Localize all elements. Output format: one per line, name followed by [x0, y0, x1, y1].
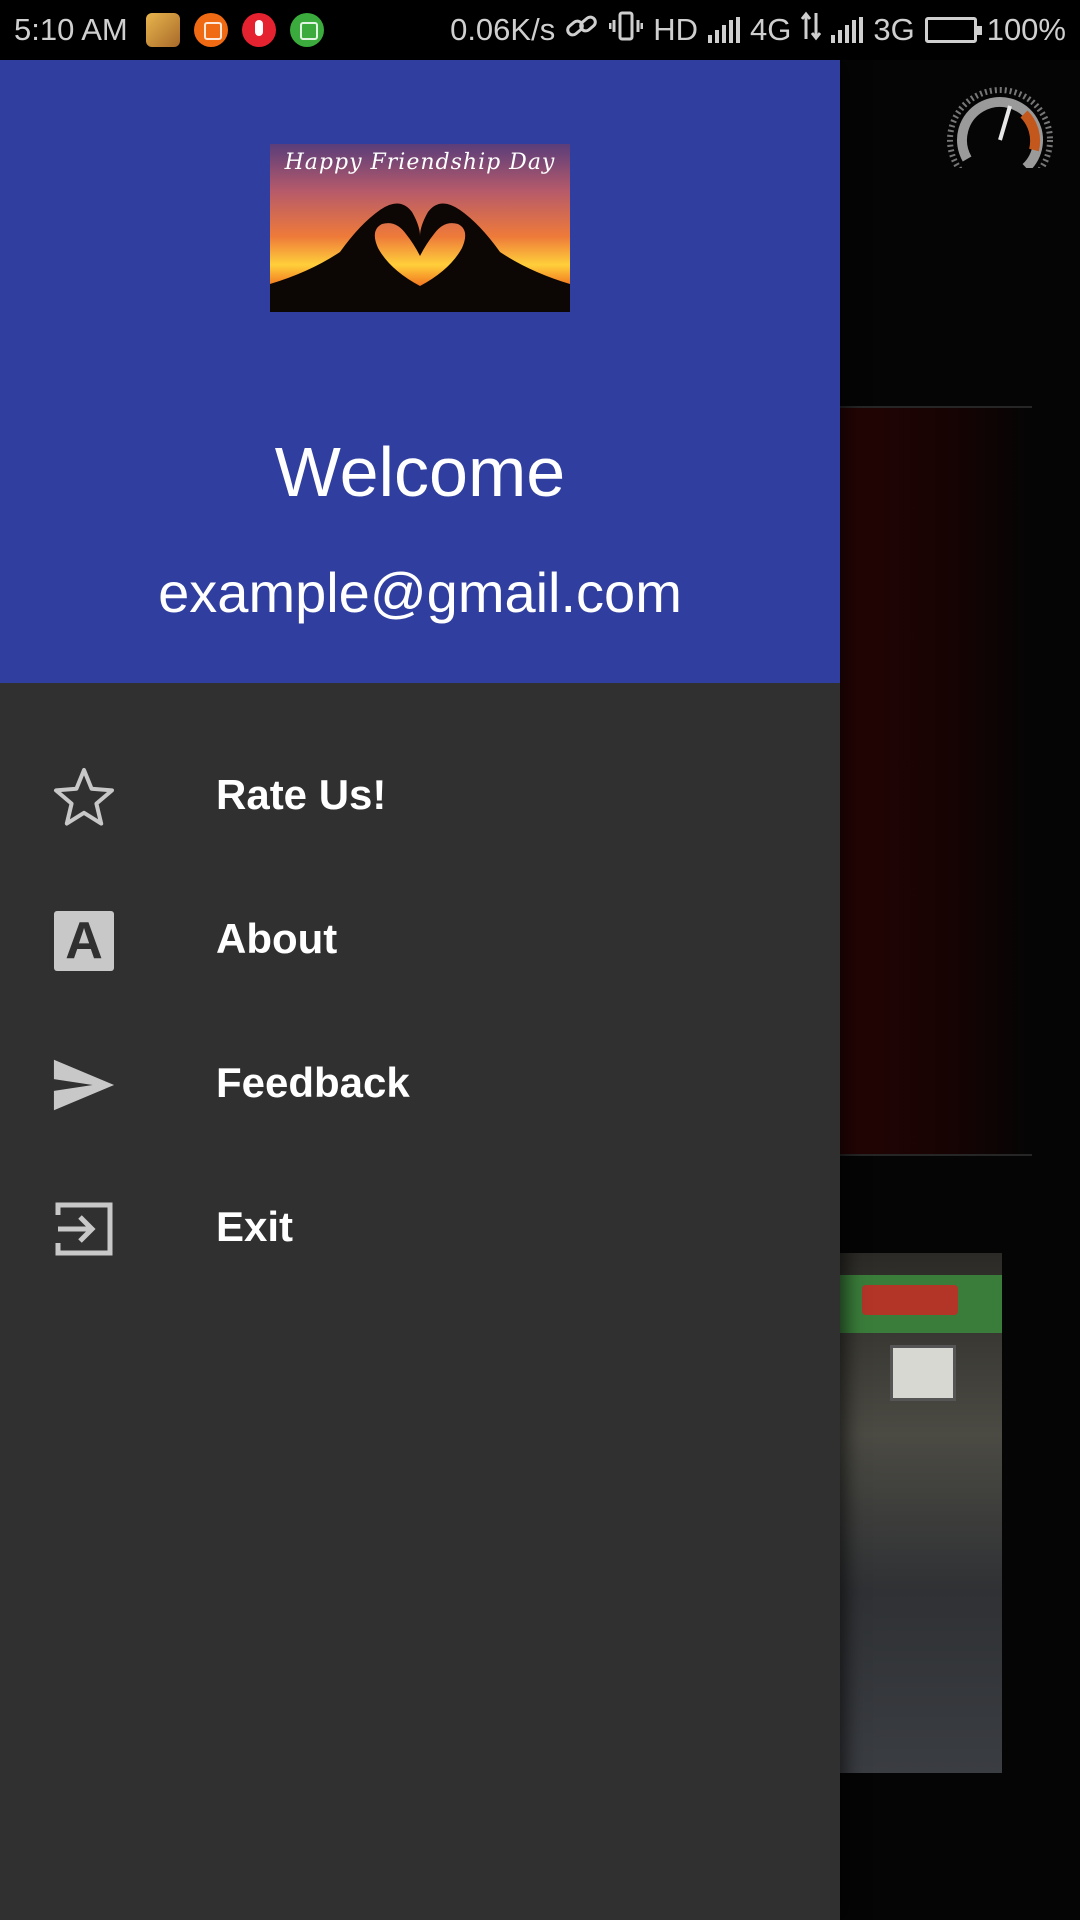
- a-letter-icon: A: [52, 909, 116, 973]
- network-type-1: 4G: [749, 12, 792, 47]
- menu-label-rate-us: Rate Us!: [216, 771, 387, 818]
- network-type-2: 3G: [873, 12, 915, 47]
- open-sign: [890, 1345, 956, 1401]
- user-email: example@gmail.com: [158, 561, 682, 624]
- navigation-drawer: Happy Friendship Day Welcome example@gma…: [0, 60, 840, 1920]
- star-icon: [52, 765, 116, 829]
- background-app: [840, 60, 1080, 1920]
- battery-percent: 100%: [986, 12, 1066, 47]
- crop-icon: [193, 13, 228, 47]
- menu-item-rate-us[interactable]: Rate Us!: [0, 723, 840, 867]
- network-speed: 0.06K/s: [450, 12, 556, 47]
- status-bar: 5:10 AM 0.06K/s HD 4G 3G 100%: [0, 0, 1080, 60]
- link-icon: [565, 11, 599, 49]
- image-caption: Happy Friendship Day: [284, 150, 556, 175]
- background-photo: [840, 1253, 1002, 1773]
- battery-icon: [924, 17, 982, 43]
- menu-label-exit: Exit: [216, 1203, 294, 1250]
- exit-icon: [52, 1197, 116, 1261]
- vibrate-icon: [608, 10, 644, 50]
- welcome-title: Welcome: [274, 433, 566, 511]
- menu-label-about: About: [216, 915, 338, 962]
- game-icon: [145, 13, 180, 47]
- status-time: 5:10 AM: [14, 12, 128, 47]
- send-icon: [52, 1053, 116, 1117]
- menu-item-about[interactable]: A About: [0, 867, 840, 1011]
- android-icon: [289, 13, 324, 47]
- speedometer-icon[interactable]: [944, 84, 1056, 196]
- menu-item-feedback[interactable]: Feedback: [0, 1011, 840, 1155]
- drawer-header: Happy Friendship Day Welcome example@gma…: [0, 60, 840, 683]
- hd-label: HD: [653, 12, 698, 47]
- menu-item-exit[interactable]: Exit: [0, 1155, 840, 1299]
- menu-label-feedback: Feedback: [216, 1059, 410, 1106]
- background-card: [840, 406, 1032, 1156]
- mic-icon: [241, 13, 276, 47]
- data-arrows-icon: [801, 11, 822, 49]
- signal-icon-2: [831, 17, 864, 43]
- signal-icon-1: [707, 17, 740, 43]
- drawer-menu: Rate Us! A About Feedback Exit: [0, 723, 840, 1299]
- friendship-day-image: Happy Friendship Day: [270, 144, 570, 312]
